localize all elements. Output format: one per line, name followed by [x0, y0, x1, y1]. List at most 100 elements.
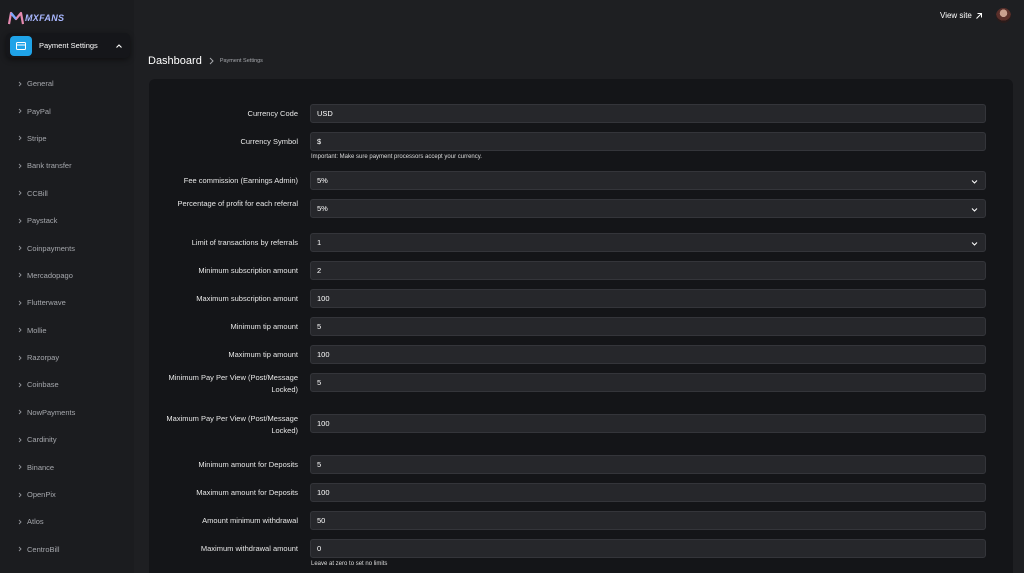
sidebar-item-coinpayments[interactable]: Coinpayments: [0, 234, 134, 261]
field-label: Limit of transactions by referrals: [191, 238, 298, 247]
sidebar-section-label: Payment Settings: [39, 41, 98, 50]
chevron-down-icon: [971, 242, 978, 246]
input-field[interactable]: 100: [310, 414, 986, 433]
sidebar-item-atlos[interactable]: Atlos: [0, 508, 134, 535]
chevron-right-icon: [18, 81, 22, 87]
sidebar-item-general[interactable]: General: [0, 70, 134, 97]
chevron-right-icon: [18, 163, 22, 169]
payment-settings-form: Currency Code USD Currency Symbol $ Importan…: [149, 79, 1013, 573]
sidebar-item-label: General: [27, 79, 54, 89]
input-field[interactable]: 5: [310, 317, 986, 336]
field-value: 0: [317, 544, 322, 553]
field-value: 100: [317, 488, 330, 497]
sidebar-item-label: Flutterwave: [27, 298, 66, 308]
sidebar-item-coinbase[interactable]: Coinbase: [0, 371, 134, 398]
input-field[interactable]: 5: [310, 373, 986, 392]
field-label: Amount minimum withdrawal: [202, 516, 298, 525]
sidebar-item-nowpayments[interactable]: NowPayments: [0, 399, 134, 426]
sidebar-item-label: Razorpay: [27, 353, 60, 363]
input-field[interactable]: 5: [310, 455, 986, 474]
input-field[interactable]: 100: [310, 289, 986, 308]
sidebar-item-label: OpenPix: [27, 490, 56, 500]
sidebar-item-label: Binance: [27, 462, 55, 472]
breadcrumb-dashboard[interactable]: Dashboard: [148, 55, 202, 67]
field-value: 5: [317, 378, 322, 387]
chevron-right-icon: [18, 382, 22, 388]
field-value: $: [317, 137, 322, 146]
input-field[interactable]: 0: [310, 539, 986, 558]
input-field[interactable]: 50: [310, 511, 986, 530]
sidebar-item-label: Coinbase: [27, 380, 59, 390]
logo-m-icon: [8, 11, 24, 25]
credit-card-icon: [10, 35, 32, 56]
chevron-down-icon: [971, 180, 978, 184]
user-avatar[interactable]: [996, 8, 1011, 23]
input-field[interactable]: 2: [310, 261, 986, 280]
select-field[interactable]: 5%: [310, 171, 986, 190]
input-field[interactable]: USD: [310, 104, 986, 123]
field-label: Minimum subscription amount: [198, 266, 298, 275]
sidebar-item-stripe[interactable]: Stripe: [0, 125, 134, 152]
view-site-label: View site: [940, 11, 972, 20]
breadcrumb-current: Payment Settings: [219, 58, 263, 64]
sidebar-item-label: CCBill: [27, 188, 48, 198]
field-value: 5%: [317, 176, 328, 185]
sidebar-item-paypal[interactable]: PayPal: [0, 97, 134, 124]
sidebar-item-razorpay[interactable]: Razorpay: [0, 344, 134, 371]
sidebar-item-label: Mollie: [27, 325, 47, 335]
sidebar-item-flutterwave[interactable]: Flutterwave: [0, 289, 134, 316]
chevron-right-icon: [18, 355, 22, 360]
field-value: 2: [317, 266, 322, 275]
field-label: Minimum tip amount: [230, 322, 298, 331]
logo[interactable]: MXFANS: [8, 10, 64, 26]
field-value: 5: [317, 322, 322, 331]
input-field[interactable]: 100: [310, 345, 986, 364]
view-site-link[interactable]: View site: [940, 11, 983, 20]
field-label: Maximum Pay Per View (Post/Message Locke…: [166, 414, 298, 435]
field-value: 1: [317, 238, 322, 247]
sidebar-item-centrobill[interactable]: CentroBill: [0, 536, 134, 563]
field-label: Maximum tip amount: [228, 350, 298, 359]
sidebar-item-binance[interactable]: Binance: [0, 453, 134, 480]
select-field[interactable]: 1: [310, 233, 986, 252]
chevron-right-icon: [18, 327, 22, 333]
field-label: Maximum amount for Deposits: [196, 488, 298, 497]
external-link-icon: [976, 12, 982, 19]
field-label: Fee commission (Earnings Admin): [183, 176, 298, 185]
sidebar-item-ccbill[interactable]: CCBill: [0, 180, 134, 207]
chevron-right-icon: [18, 108, 22, 114]
field-value: 100: [317, 350, 330, 359]
input-field[interactable]: $: [310, 132, 986, 151]
sidebar-section-payment-settings[interactable]: Payment Settings: [6, 33, 130, 58]
sidebar-nav: General PayPal Stripe Bank transfer CCBill Pa…: [0, 70, 134, 563]
sidebar-item-label: PayPal: [27, 106, 51, 116]
chevron-up-icon[interactable]: [115, 42, 123, 50]
field-value: 5: [317, 460, 322, 469]
sidebar-item-mercadopago[interactable]: Mercadopago: [0, 262, 134, 289]
input-field[interactable]: 100: [310, 483, 986, 502]
sidebar-item-bank-transfer[interactable]: Bank transfer: [0, 152, 134, 179]
sidebar-item-paystack[interactable]: Paystack: [0, 207, 134, 234]
chevron-right-icon: [18, 273, 22, 278]
breadcrumb: Dashboard Payment Settings: [148, 55, 263, 67]
select-field[interactable]: 5%: [310, 199, 986, 218]
chevron-right-icon: [18, 245, 22, 251]
chevron-right-icon: [18, 492, 22, 497]
sidebar-item-label: Coinpayments: [27, 243, 75, 253]
sidebar-item-openpix[interactable]: OpenPix: [0, 481, 134, 508]
chevron-right-icon: [18, 190, 22, 196]
field-value: 50: [317, 516, 326, 525]
sidebar-item-label: CentroBill: [27, 544, 60, 554]
chevron-right-icon: [18, 464, 22, 470]
field-label: Minimum amount for Deposits: [198, 460, 298, 469]
chevron-right-icon: [18, 136, 22, 141]
sidebar-item-label: Stripe: [27, 133, 47, 143]
chevron-right-icon: [18, 218, 22, 223]
chevron-right-icon: [18, 547, 22, 552]
sidebar-item-cardinity[interactable]: Cardinity: [0, 426, 134, 453]
field-label: Currency Symbol: [240, 137, 298, 146]
chevron-right-icon: [18, 437, 22, 443]
sidebar-item-label: Paystack: [27, 216, 58, 226]
sidebar-item-mollie[interactable]: Mollie: [0, 317, 134, 344]
chevron-down-icon: [971, 208, 978, 212]
